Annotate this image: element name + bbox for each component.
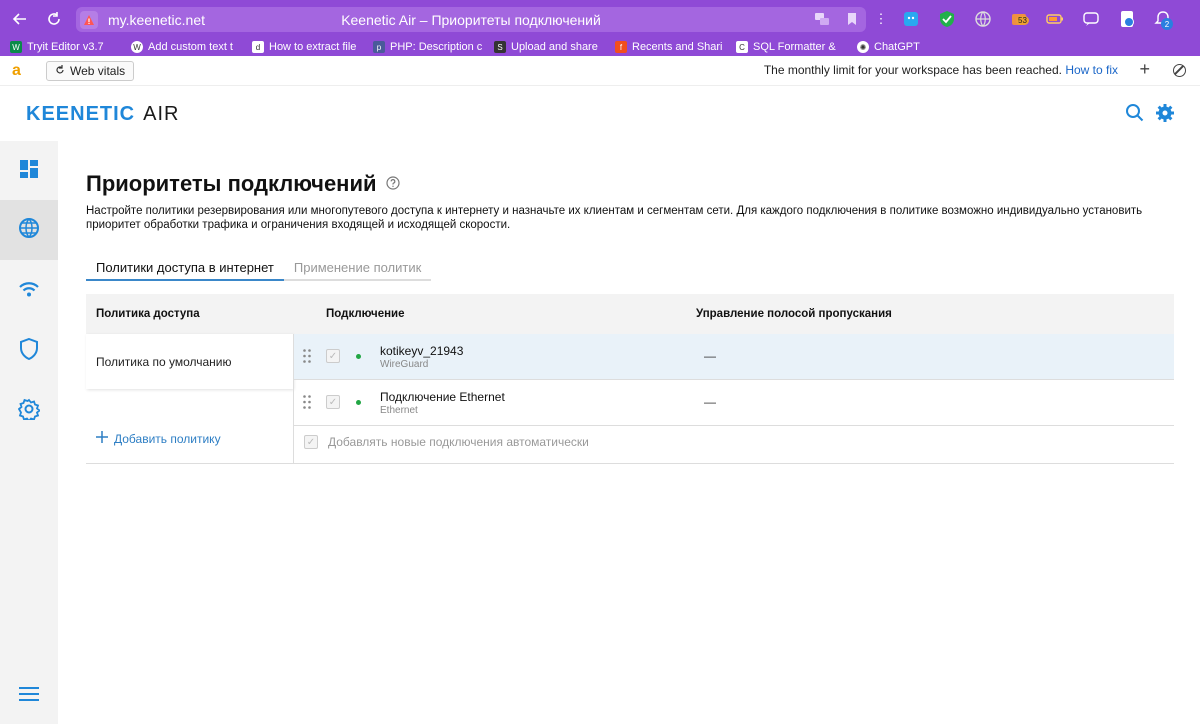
sidebar-item-security[interactable]: [0, 321, 58, 381]
figma-icon: f: [615, 41, 627, 53]
profile-badge-icon: [1124, 17, 1134, 27]
sb-icon: S: [494, 41, 506, 53]
w3-icon: W: [10, 41, 22, 53]
web-vitals-button[interactable]: Web vitals: [46, 60, 135, 81]
bookmark-item[interactable]: p PHP: Description c: [373, 41, 490, 53]
workspace-notice: The monthly limit for your workspace has…: [763, 63, 1118, 77]
menu-dots-icon[interactable]: ⋮: [875, 8, 888, 30]
extension-face-icon[interactable]: [900, 8, 922, 30]
reload-icon[interactable]: [40, 5, 68, 33]
php-icon: p: [373, 41, 385, 53]
header-connection: Подключение: [326, 308, 405, 320]
connection-checkbox[interactable]: ✓: [326, 349, 340, 363]
plus-icon: [96, 431, 108, 446]
auto-add-connections[interactable]: ✓ Добавлять новые подключения автоматиче…: [304, 435, 589, 449]
refresh-icon: [55, 64, 65, 78]
amazon-icon[interactable]: a: [12, 62, 28, 80]
gear-icon[interactable]: [1155, 103, 1175, 128]
header-bandwidth: Управление полосой пропускания: [696, 308, 892, 320]
dashboard-icon: [19, 159, 39, 184]
connection-name: kotikeyv_21943: [380, 344, 464, 358]
block-icon[interactable]: [1173, 64, 1186, 77]
bookmark-item[interactable]: W Tryit Editor v3.7: [10, 41, 127, 53]
tab-internet-policies[interactable]: Политики доступа в интернет: [86, 256, 284, 281]
settings-gear-icon: [17, 398, 41, 425]
sidebar-item-dashboard[interactable]: [0, 141, 58, 201]
sidebar-item-settings[interactable]: [0, 381, 58, 441]
bookmark-item[interactable]: C SQL Formatter &: [736, 41, 853, 53]
wifi-icon: [18, 280, 40, 303]
help-icon[interactable]: [386, 176, 400, 195]
how-to-fix-link[interactable]: How to fix: [1065, 63, 1118, 77]
policies-table: Политика доступа Подключение Управление …: [86, 294, 1174, 464]
bookmark-item[interactable]: ✺ ChatGPT: [857, 41, 974, 53]
bookmark-item[interactable]: S Upload and share: [494, 41, 611, 53]
sidebar-menu-toggle[interactable]: [0, 666, 58, 726]
shield-check-extension-icon[interactable]: [936, 8, 958, 30]
djs-icon: d: [252, 41, 264, 53]
connection-checkbox[interactable]: ✓: [326, 395, 340, 409]
bookmark-item[interactable]: d How to extract file: [252, 41, 369, 53]
globe-icon: [18, 217, 40, 244]
table-bottom-border: [86, 463, 1174, 464]
bookmark-icon[interactable]: [844, 11, 860, 32]
sidebar-item-internet[interactable]: [0, 200, 58, 260]
globe-extension-icon[interactable]: [972, 8, 994, 30]
tabs: Политики доступа в интернет Применение п…: [86, 256, 432, 281]
url-text: my.keenetic.net: [108, 11, 206, 28]
browser-titlebar: my.keenetic.net Keenetic Air – Приоритет…: [0, 0, 1200, 38]
notifications-icon[interactable]: 2: [1152, 8, 1174, 30]
tab-policy-application[interactable]: Применение политик: [283, 256, 432, 281]
drag-handle-icon[interactable]: [303, 349, 311, 368]
chat-extension-icon[interactable]: [1080, 8, 1102, 30]
bookmark-item[interactable]: f Recents and Shari: [615, 41, 732, 53]
extension-badge: 53: [1016, 16, 1029, 25]
sidebar: [0, 141, 58, 724]
address-bar[interactable]: my.keenetic.net Keenetic Air – Приоритет…: [76, 7, 866, 32]
connection-type: WireGuard: [380, 359, 429, 370]
connection-row[interactable]: ✓ Подключение Ethernet Ethernet —: [294, 380, 1174, 425]
row-divider: [294, 425, 1174, 426]
connection-bandwidth: —: [704, 349, 716, 363]
bookmark-item[interactable]: W Add custom text t: [131, 41, 248, 53]
hamburger-menu-icon: [18, 686, 40, 707]
status-dot: [356, 400, 361, 405]
shield-icon: [19, 337, 39, 365]
status-dot: [356, 354, 361, 359]
auto-add-checkbox[interactable]: ✓: [304, 435, 318, 449]
plus-icon[interactable]: +: [1139, 59, 1150, 80]
connection-row[interactable]: ✓ kotikeyv_21943 WireGuard —: [294, 334, 1174, 379]
chatgpt-icon: ✺: [857, 41, 869, 53]
back-icon[interactable]: [6, 5, 34, 33]
page-title: Приоритеты подключений: [86, 171, 377, 196]
main-content: Приоритеты подключений Настройте политик…: [58, 141, 1200, 724]
wordpress-icon: W: [131, 41, 143, 53]
warning-icon[interactable]: [80, 10, 98, 29]
sidebar-item-wifi[interactable]: [0, 261, 58, 321]
policy-item-default[interactable]: Политика по умолчанию: [86, 334, 293, 389]
policy-list: Политика по умолчанию Добавить политику: [86, 334, 293, 464]
profile-extension-icon[interactable]: [1116, 8, 1138, 30]
app-header: KEENETIC AIR: [0, 87, 1200, 141]
connection-name: Подключение Ethernet: [380, 390, 505, 404]
counter-extension-icon[interactable]: 53: [1008, 8, 1030, 30]
drag-handle-icon[interactable]: [303, 395, 311, 414]
extension-bar: a Web vitals The monthly limit for your …: [0, 56, 1200, 86]
add-policy-button[interactable]: Добавить политику: [96, 431, 221, 446]
keenetic-logo[interactable]: KEENETIC AIR: [26, 103, 179, 126]
header-policy: Политика доступа: [96, 308, 200, 320]
connection-bandwidth: —: [704, 395, 716, 409]
page-description: Настройте политики резервирования или мн…: [86, 205, 1143, 231]
table-header: Политика доступа Подключение Управление …: [86, 294, 1174, 334]
cb-icon: C: [736, 41, 748, 53]
translate-icon[interactable]: [814, 11, 830, 32]
search-icon[interactable]: [1125, 103, 1145, 128]
notifications-badge: 2: [1161, 18, 1173, 30]
bookmarks-bar: W Tryit Editor v3.7 W Add custom text t dH…: [0, 38, 1200, 56]
connection-type: Ethernet: [380, 405, 418, 416]
battery-extension-icon[interactable]: [1044, 8, 1066, 30]
